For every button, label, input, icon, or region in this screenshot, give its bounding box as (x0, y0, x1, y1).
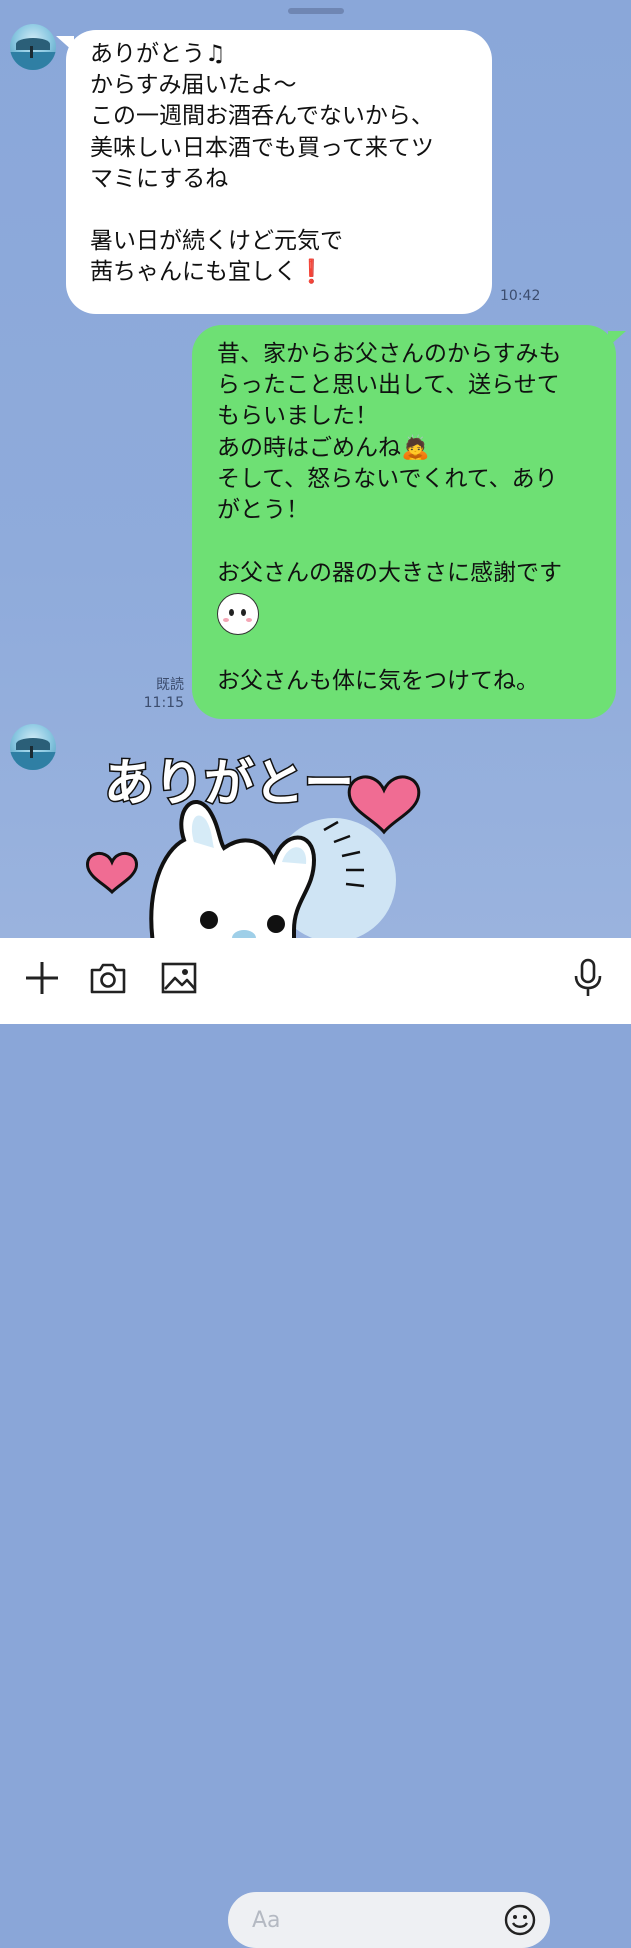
sticker-text: ありがとー (104, 754, 354, 812)
small-heart-icon (86, 852, 138, 895)
scroll-handle[interactable] (288, 8, 344, 14)
read-label: 既読 (156, 677, 184, 693)
message-toolbar (0, 938, 631, 1948)
blush-face-emoji (217, 592, 259, 635)
image-icon[interactable] (157, 956, 201, 1000)
message-time: 11:15 (143, 695, 184, 711)
chat-area[interactable]: ありがとう♫ からすみ届いたよ〜 この一週間お酒呑んでないから、 美味しい日本酒… (0, 0, 631, 938)
incoming-message-bubble[interactable]: ありがとう♫ からすみ届いたよ〜 この一週間お酒呑んでないから、 美味しい日本酒… (56, 30, 492, 314)
outgoing-message-text-2: そして、怒らないでくれて、あり がとう！ お父さんの器の大きさに感謝です (217, 465, 562, 586)
rabbit-sticker[interactable]: ありがとー (84, 730, 444, 938)
outgoing-message-bubble[interactable]: 昔、家からお父さんのからすみも らったこと思い出して、送らせて もらいました！ … (192, 325, 626, 719)
message-input-box[interactable] (228, 1892, 550, 1948)
camera-icon[interactable] (86, 956, 130, 1000)
message-input[interactable] (250, 1906, 494, 1934)
plus-icon[interactable] (20, 956, 64, 1000)
emoji-icon[interactable] (504, 1904, 536, 1936)
outgoing-message-text-3: お父さんも体に気をつけてね。 (217, 667, 539, 694)
incoming-message-text: ありがとう♫ からすみ届いたよ〜 この一週間お酒呑んでないから、 美味しい日本酒… (90, 41, 434, 286)
microphone-icon[interactable] (566, 956, 610, 1000)
exclamation-emoji: ❗ (297, 259, 326, 286)
read-receipt: 既読 11:15 (142, 676, 184, 712)
contact-avatar[interactable] (10, 24, 56, 70)
rabbit-icon (149, 800, 317, 938)
outgoing-message-text-1: 昔、家からお父さんのからすみも らったこと思い出して、送らせて もらいました！ … (217, 341, 562, 461)
bowing-person-emoji: 🙇 (401, 434, 430, 461)
contact-avatar[interactable] (10, 724, 56, 770)
message-time: 10:42 (500, 288, 541, 304)
